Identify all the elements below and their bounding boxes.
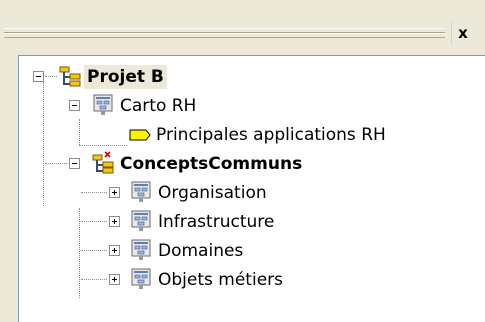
tree-item-label: Infrastructure bbox=[158, 212, 275, 232]
collapse-toggle[interactable] bbox=[69, 158, 80, 169]
collapse-toggle[interactable] bbox=[69, 100, 80, 111]
tree-connector bbox=[81, 250, 107, 251]
tree-item-domaines[interactable]: Domaines bbox=[19, 238, 319, 266]
close-button[interactable]: x bbox=[451, 22, 474, 44]
tree-connector bbox=[81, 279, 107, 280]
tree-item-projet-b[interactable]: Projet B bbox=[19, 64, 319, 92]
expand-toggle[interactable] bbox=[109, 245, 120, 256]
tree-item-label: Projet B bbox=[84, 65, 167, 89]
diagram-icon bbox=[131, 181, 153, 207]
expand-toggle[interactable] bbox=[109, 216, 120, 227]
tree-item-organisation[interactable]: Organisation bbox=[19, 180, 319, 208]
tree-item-label: Domaines bbox=[158, 241, 244, 261]
tree-connector bbox=[81, 221, 107, 222]
tree-connector bbox=[45, 76, 57, 77]
expand-toggle[interactable] bbox=[109, 274, 120, 285]
tree-item-objets-metiers[interactable]: Objets métiers bbox=[19, 267, 319, 295]
toolbar-grip[interactable] bbox=[4, 28, 445, 38]
diagram-icon bbox=[131, 239, 153, 265]
tree-item-label: Objets métiers bbox=[158, 270, 283, 290]
tree-connector bbox=[45, 163, 67, 164]
tree-item-carto-rh[interactable]: Carto RH bbox=[19, 93, 319, 121]
expand-toggle[interactable] bbox=[109, 187, 120, 198]
collapse-toggle[interactable] bbox=[33, 71, 44, 82]
tree-item-label: Carto RH bbox=[120, 96, 197, 116]
tree-item-conceptscommuns[interactable]: ConceptsCommuns bbox=[19, 151, 419, 179]
diagram-icon bbox=[131, 268, 153, 294]
tree-connector bbox=[79, 145, 127, 146]
tree-item-label: ConceptsCommuns bbox=[120, 154, 303, 174]
tree-item-label: Organisation bbox=[158, 183, 267, 203]
project-icon bbox=[59, 65, 81, 93]
diagram-icon bbox=[131, 210, 153, 236]
tree-item-label: Principales applications RH bbox=[156, 125, 386, 145]
tree-panel[interactable]: Projet B Carto RH Principales applicatio… bbox=[18, 55, 485, 322]
tree-connector bbox=[81, 192, 107, 193]
tree-item-infrastructure[interactable]: Infrastructure bbox=[19, 209, 319, 237]
yellow-tag-icon bbox=[129, 127, 151, 147]
project-shared-icon bbox=[92, 151, 116, 179]
diagram-icon bbox=[93, 94, 115, 120]
tree-item-principales-applications-rh[interactable]: Principales applications RH bbox=[19, 122, 485, 150]
